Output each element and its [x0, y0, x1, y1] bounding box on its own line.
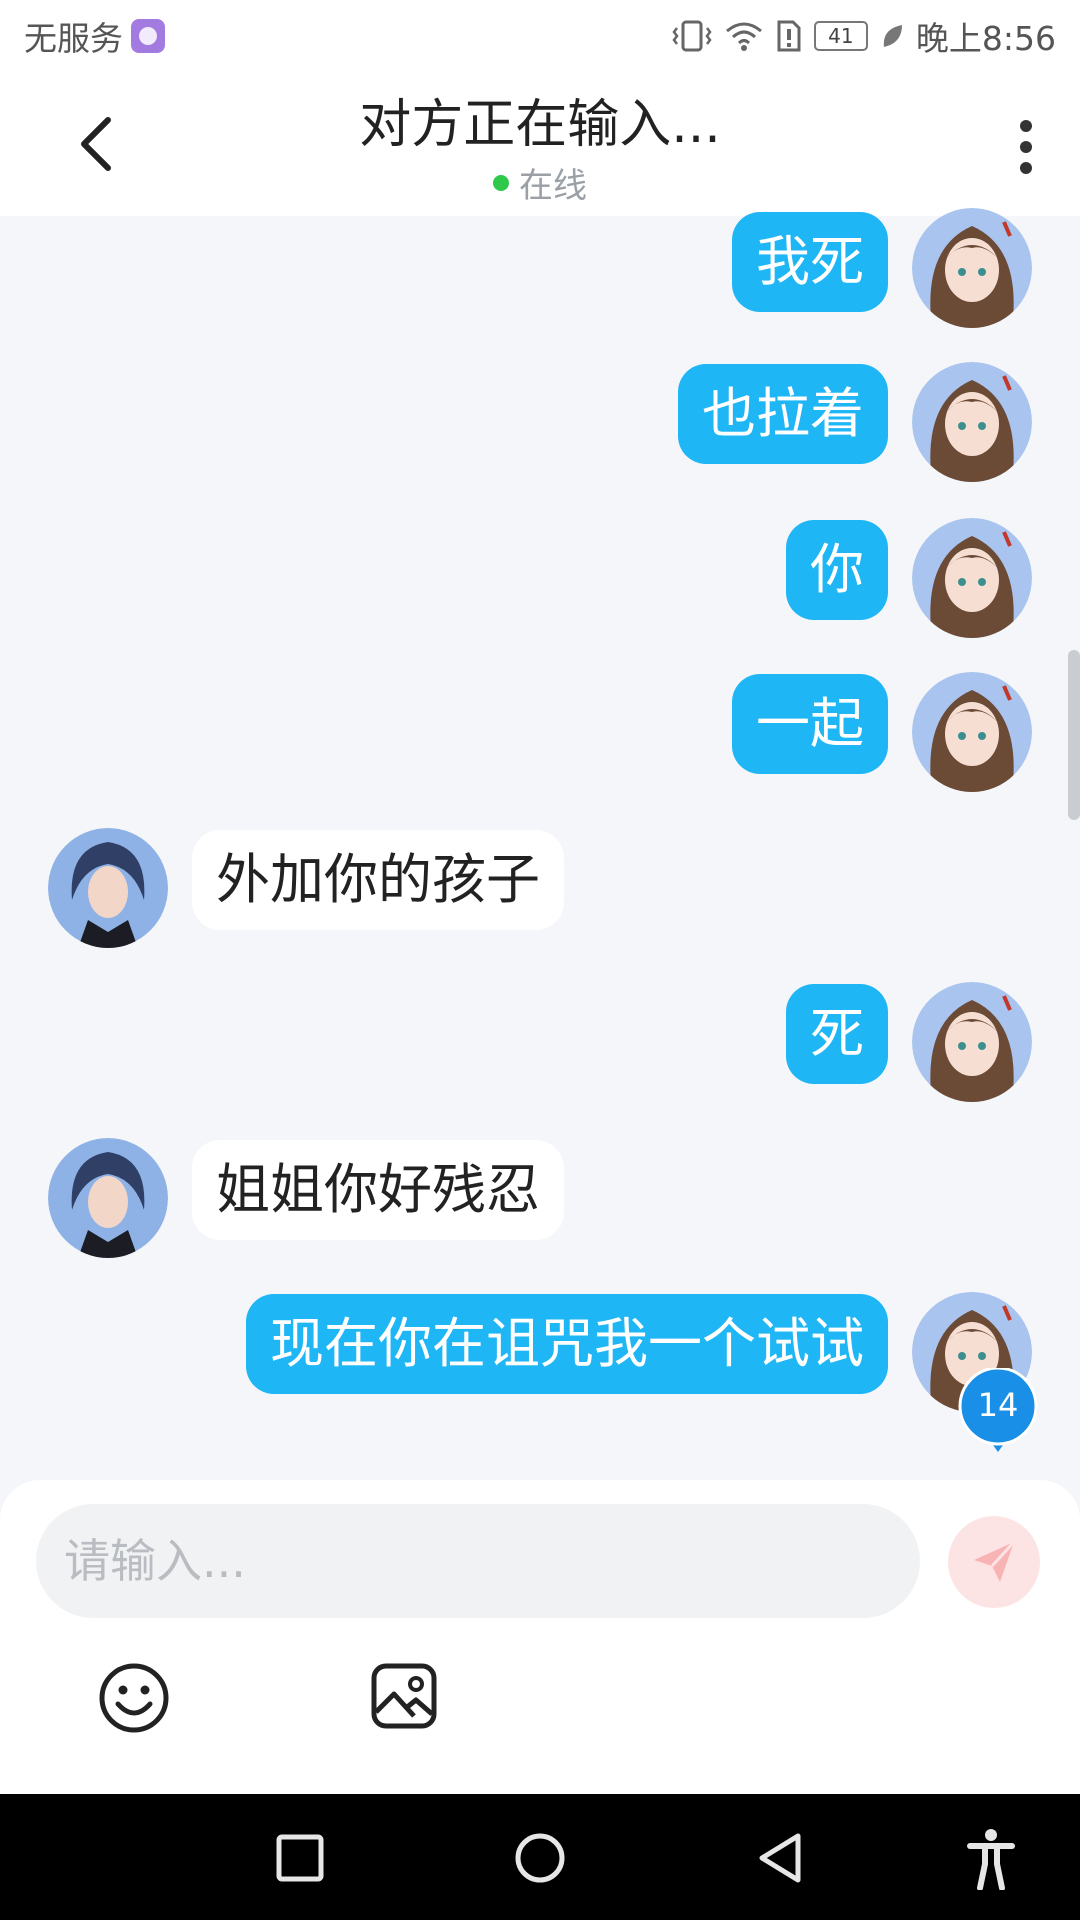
send-button[interactable] [948, 1516, 1040, 1608]
image-icon[interactable] [370, 1662, 438, 1730]
message-bubble-outgoing[interactable]: 一起 [732, 674, 888, 774]
emoji-icon[interactable] [98, 1662, 170, 1734]
message-bubble-outgoing[interactable]: 也拉着 [678, 364, 888, 464]
self-avatar[interactable] [912, 672, 1032, 792]
back-triangle-icon[interactable] [754, 1832, 806, 1884]
message-bubble-incoming[interactable]: 姐姐你好残忍 [192, 1140, 564, 1240]
self-avatar[interactable] [912, 208, 1032, 328]
message-input[interactable] [36, 1504, 920, 1618]
battery-indicator: 41 [813, 21, 868, 51]
online-dot-icon [493, 174, 509, 191]
chat-title: 对方正在输入... [359, 95, 721, 155]
message-bubble-outgoing[interactable]: 你 [786, 520, 888, 620]
home-circle-icon[interactable] [514, 1832, 566, 1884]
clock: 晚上8:56 [915, 19, 1056, 58]
message-bubble-outgoing[interactable]: 死 [786, 984, 888, 1084]
self-avatar[interactable] [912, 362, 1032, 482]
app-notification-icon [131, 19, 165, 53]
contact-avatar[interactable] [48, 828, 168, 948]
message-bubble-outgoing[interactable]: 现在你在诅咒我一个试试 [246, 1294, 888, 1394]
self-avatar[interactable] [912, 982, 1032, 1102]
self-avatar[interactable] [912, 518, 1032, 638]
home-square-icon[interactable] [274, 1832, 326, 1884]
status-bar: 无服务 41 晚上8:56 [0, 0, 1080, 72]
send-icon [974, 1540, 1016, 1582]
scrollbar-thumb[interactable] [1068, 650, 1080, 820]
message-composer [0, 1480, 1080, 1794]
online-status-label: 在线 [519, 166, 587, 206]
contact-avatar[interactable] [48, 1138, 168, 1258]
chat-header: 对方正在输入... 在线 [0, 72, 1080, 216]
system-navigation-bar [0, 1794, 1080, 1920]
unread-count[interactable]: 14 [956, 1386, 1040, 1424]
more-icon[interactable] [1018, 120, 1034, 174]
sim-alert-icon [777, 20, 801, 52]
accessibility-icon[interactable] [966, 1828, 1016, 1890]
message-bubble-incoming[interactable]: 外加你的孩子 [192, 830, 564, 930]
carrier-label: 无服务 [24, 19, 123, 58]
wifi-icon [725, 22, 762, 51]
online-status: 在线 [0, 158, 1080, 207]
leaf-icon [883, 25, 902, 47]
message-bubble-outgoing[interactable]: 我死 [732, 212, 888, 312]
vibrate-icon [672, 20, 712, 52]
